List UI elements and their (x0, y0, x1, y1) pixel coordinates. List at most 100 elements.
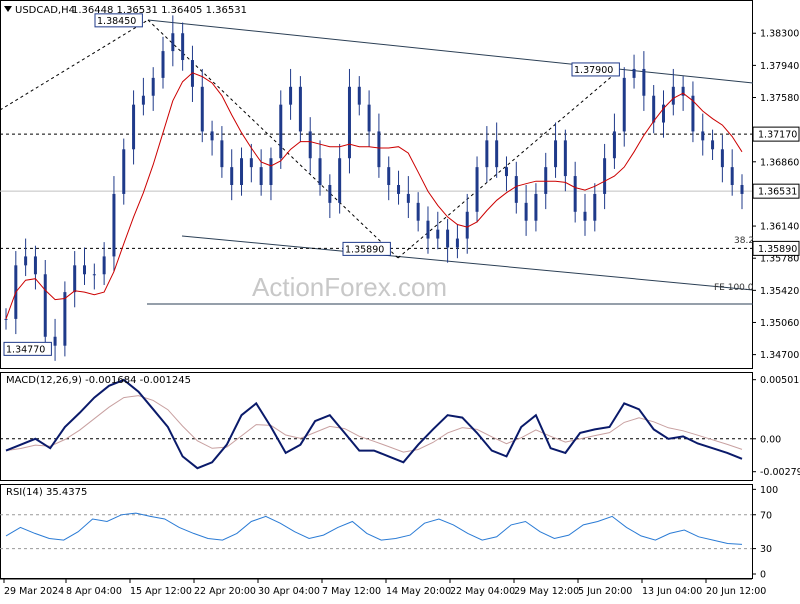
x-tick-label: 30 Apr 04:00 (258, 586, 320, 597)
candle-body (112, 193, 116, 257)
candle-body (73, 265, 77, 293)
x-tick-label: 13 Jun 04:00 (642, 586, 702, 597)
x-tick-label: 22 May 04:00 (450, 586, 515, 597)
candle-body (24, 256, 28, 266)
candle-body (220, 140, 224, 168)
candle-body (259, 167, 263, 185)
candle-body (534, 193, 538, 221)
x-tick-label: 7 May 12:00 (322, 586, 381, 597)
candle-body (612, 131, 616, 159)
candle-body (436, 229, 440, 239)
macd-y-tick-label: 0.00 (760, 434, 781, 445)
candle-body (151, 77, 155, 96)
candle-body (132, 104, 136, 150)
price-annotation-label: 1.38450 (97, 16, 136, 27)
candle-body (455, 238, 459, 248)
rsi-panel-frame (0, 484, 753, 579)
candle-body (298, 86, 302, 132)
candle-body (230, 167, 234, 185)
candle-body (544, 167, 548, 194)
price-y-tick-label: 1.36860 (760, 157, 799, 168)
x-tick-label: 29 Mar 2024 (4, 586, 64, 597)
candle-body (446, 229, 450, 248)
candle-body (387, 167, 391, 185)
price-y-tick-label: 1.37940 (760, 61, 799, 72)
macd-panel-frame (0, 372, 753, 481)
candle-body (485, 140, 489, 168)
candle-body (367, 104, 371, 132)
candle-body (4, 318, 8, 320)
candle-body (426, 220, 430, 239)
candle-body (43, 274, 47, 337)
candle-body (269, 158, 273, 185)
macd-y-tick-label: 0.005018 (760, 375, 800, 386)
rsi-title: RSI(14) 35.4375 (6, 487, 87, 498)
chart-svg: USDCAD,H4 1.36448 1.36531 1.36405 1.3653… (0, 0, 800, 597)
x-tick-label: 20 Jun 12:00 (706, 586, 766, 597)
candle-body (210, 131, 214, 141)
candle-body (495, 140, 499, 168)
price-y-tick-label: 1.34700 (760, 350, 799, 361)
candle-body (63, 292, 67, 346)
fib-annotation: FE 100.0 (714, 283, 754, 293)
candle-body (652, 95, 656, 123)
candle-body (289, 86, 293, 105)
rsi-y-tick-label: 100 (760, 485, 778, 496)
candle-body (622, 77, 626, 132)
price-y-tick-label: 1.37580 (760, 93, 799, 104)
candle-body (593, 193, 597, 221)
price-annotation-label: 1.35890 (345, 244, 384, 255)
candle-body (102, 256, 106, 275)
candle-body (671, 86, 675, 105)
candle-body (573, 176, 577, 212)
candle-body (730, 167, 734, 185)
candle-body (642, 68, 646, 96)
candle-body (181, 33, 185, 61)
price-y-tick-label: 1.35420 (760, 286, 799, 297)
price-annotation-label: 1.37900 (574, 65, 613, 76)
candle-body (632, 68, 636, 78)
x-tick-label: 29 May 12:00 (514, 586, 579, 597)
price-y-tick-label: 1.38300 (760, 29, 799, 40)
candle-body (711, 140, 715, 150)
candle-body (308, 131, 312, 159)
candle-body (83, 265, 87, 275)
price-y-tick-label: 1.35060 (760, 318, 799, 329)
candle-body (357, 86, 361, 105)
x-tick-label: 15 Apr 12:00 (130, 586, 192, 597)
candle-body (475, 167, 479, 212)
candle-body (465, 211, 469, 239)
candle-body (563, 140, 567, 177)
candle-body (514, 176, 518, 203)
candle-body (416, 202, 420, 221)
candle-body (554, 140, 558, 168)
candle-body (92, 274, 96, 276)
rsi-y-tick-label: 30 (760, 544, 772, 555)
candle-body (249, 158, 253, 168)
candle-body (318, 158, 322, 185)
price-y-tick-label: 1.36140 (760, 222, 799, 233)
candle-body (53, 336, 57, 346)
candle-body (347, 86, 351, 159)
candle-body (720, 149, 724, 168)
candle-body (524, 202, 528, 221)
x-tick-label: 8 Apr 04:00 (66, 586, 122, 597)
price-annotation-label: 1.34770 (6, 344, 45, 355)
level-price-label: 1.35890 (758, 244, 797, 255)
macd-title: MACD(12,26,9) -0.001684 -0.001245 (6, 375, 191, 386)
candle-body (701, 131, 705, 141)
rsi-y-tick-label: 0 (760, 570, 766, 581)
candle-body (171, 33, 175, 52)
fib-annotation: 38.2 (734, 236, 754, 246)
x-tick-label: 5 Jun 20:00 (578, 586, 632, 597)
level-price-label: 1.37170 (758, 130, 797, 141)
chart: USDCAD,H4 1.36448 1.36531 1.36405 1.3653… (0, 0, 800, 600)
candle-body (583, 211, 587, 221)
x-tick-label: 22 Apr 20:00 (194, 586, 256, 597)
candle-body (377, 131, 381, 168)
candle-body (240, 158, 244, 185)
current-price-label: 1.36531 (758, 187, 797, 198)
candle-body (328, 185, 332, 203)
candle-body (397, 185, 401, 194)
candle-body (338, 158, 342, 203)
